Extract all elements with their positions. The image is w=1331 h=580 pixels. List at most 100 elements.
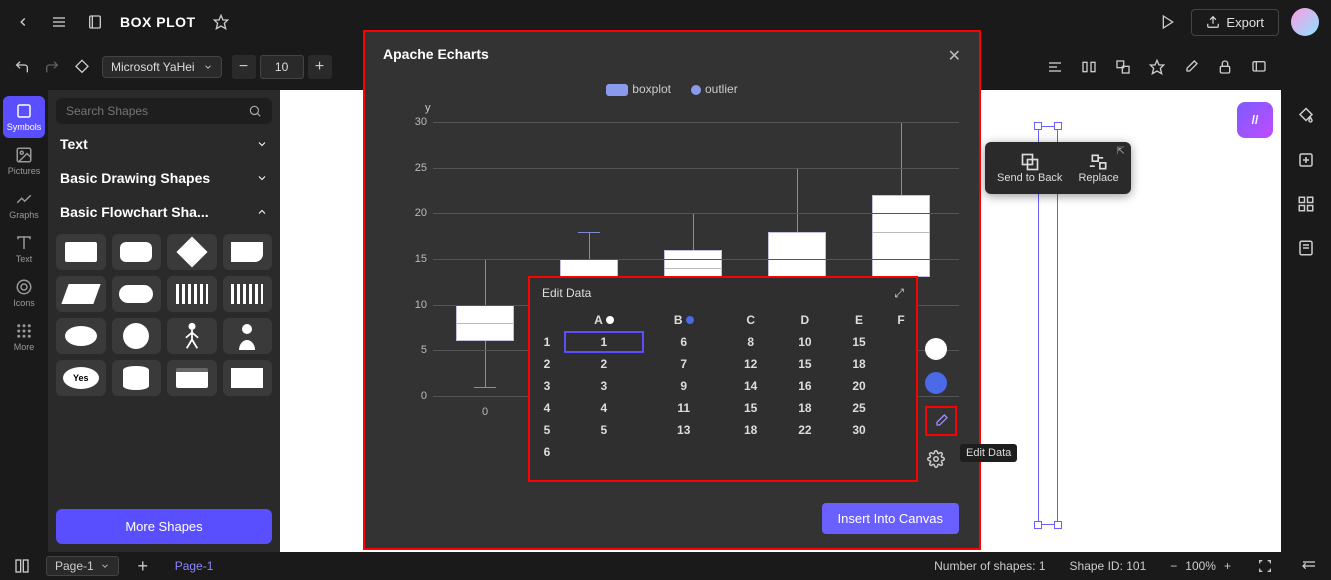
data-cell[interactable]: 18 — [832, 353, 886, 375]
row-header[interactable]: 1 — [530, 331, 564, 353]
shape-parallelogram[interactable] — [56, 276, 106, 312]
data-cell[interactable] — [886, 397, 916, 419]
undo-button[interactable] — [12, 57, 32, 77]
shape-diamond[interactable] — [167, 234, 217, 270]
avatar[interactable] — [1291, 8, 1319, 36]
row-header[interactable]: 2 — [530, 353, 564, 375]
shape-cylinder[interactable] — [112, 360, 162, 396]
data-cell[interactable]: 22 — [778, 419, 832, 441]
row-header[interactable]: 6 — [530, 441, 564, 463]
data-cell[interactable]: 15 — [778, 353, 832, 375]
display-button[interactable] — [1249, 57, 1269, 77]
data-cell[interactable]: 13 — [644, 419, 724, 441]
layout-button[interactable] — [12, 556, 32, 576]
rail-icons[interactable]: Icons — [3, 272, 45, 314]
favorite-star-button[interactable] — [210, 11, 232, 33]
col-header[interactable]: E — [832, 309, 886, 331]
edit-data-button[interactable] — [925, 406, 957, 436]
data-cell[interactable]: 7 — [644, 353, 724, 375]
data-cell[interactable]: 25 — [832, 397, 886, 419]
data-cell[interactable]: 9 — [644, 375, 724, 397]
shape-stripes-a[interactable] — [167, 276, 217, 312]
data-cell[interactable]: 2 — [564, 353, 644, 375]
more-shapes-button[interactable]: More Shapes — [56, 509, 272, 544]
data-cell[interactable]: 11 — [644, 397, 724, 419]
font-size-decrease-button[interactable]: − — [232, 55, 256, 79]
shape-rect[interactable] — [56, 234, 106, 270]
data-cell[interactable] — [644, 441, 724, 463]
collapse-panel-button[interactable] — [1299, 556, 1319, 576]
menu-button[interactable] — [48, 11, 70, 33]
data-cell[interactable]: 4 — [564, 397, 644, 419]
data-cell[interactable]: 14 — [724, 375, 778, 397]
effects-button[interactable] — [1147, 57, 1167, 77]
category-text[interactable]: Text — [56, 130, 272, 158]
export-button[interactable]: Export — [1191, 9, 1279, 36]
edit-data-table[interactable]: ABCDEF1168101522712151833914162044111518… — [530, 309, 916, 463]
settings-button[interactable] — [925, 448, 947, 470]
data-cell[interactable] — [724, 441, 778, 463]
send-to-back-button[interactable]: Send to Back — [991, 148, 1068, 188]
col-header[interactable]: D — [778, 309, 832, 331]
page-tab[interactable]: Page-1 — [167, 557, 222, 575]
data-cell[interactable]: 20 — [832, 375, 886, 397]
data-cell[interactable] — [886, 441, 916, 463]
data-cell[interactable]: 15 — [832, 331, 886, 353]
distribute-button[interactable] — [1079, 57, 1099, 77]
rail-symbols[interactable]: Symbols — [3, 96, 45, 138]
data-cell[interactable]: 1 — [564, 331, 644, 353]
data-cell[interactable]: 18 — [778, 397, 832, 419]
add-page-button[interactable]: + — [133, 556, 153, 576]
redo-button[interactable] — [42, 57, 62, 77]
font-size-input[interactable] — [260, 55, 304, 79]
data-cell[interactable]: 30 — [832, 419, 886, 441]
font-family-select[interactable]: Microsoft YaHei — [102, 56, 222, 78]
data-cell[interactable]: 12 — [724, 353, 778, 375]
rail-text[interactable]: Text — [3, 228, 45, 270]
data-cell[interactable] — [886, 331, 916, 353]
lock-button[interactable] — [1215, 57, 1235, 77]
data-cell[interactable]: 3 — [564, 375, 644, 397]
data-cell[interactable]: 5 — [564, 419, 644, 441]
color-white-button[interactable] — [925, 338, 947, 360]
data-cell[interactable]: 18 — [724, 419, 778, 441]
col-header[interactable]: F — [886, 309, 916, 331]
data-cell[interactable] — [832, 441, 886, 463]
data-cell[interactable]: 6 — [644, 331, 724, 353]
col-header[interactable]: B — [644, 309, 724, 331]
data-cell[interactable] — [886, 419, 916, 441]
data-cell[interactable]: 16 — [778, 375, 832, 397]
shape-stripes-b[interactable] — [223, 276, 273, 312]
row-header[interactable]: 5 — [530, 419, 564, 441]
data-cell[interactable] — [778, 441, 832, 463]
shape-flag[interactable] — [223, 234, 273, 270]
shape-yes-ellipse[interactable]: Yes — [56, 360, 106, 396]
zoom-out-button[interactable]: − — [1170, 559, 1177, 573]
category-basic-flowchart[interactable]: Basic Flowchart Sha... — [56, 198, 272, 226]
shape-person-solid[interactable] — [223, 318, 273, 354]
row-header[interactable]: 4 — [530, 397, 564, 419]
edit-button[interactable] — [1181, 57, 1201, 77]
category-basic-drawing[interactable]: Basic Drawing Shapes — [56, 164, 272, 192]
grid-view-button[interactable] — [1296, 194, 1316, 214]
col-header[interactable]: A — [564, 309, 644, 331]
ai-assistant-button[interactable]: // — [1237, 102, 1273, 138]
format-painter-button[interactable] — [72, 57, 92, 77]
shape-card[interactable] — [167, 360, 217, 396]
play-button[interactable] — [1157, 11, 1179, 33]
rail-pictures[interactable]: Pictures — [3, 140, 45, 182]
shape-rounded-rect[interactable] — [112, 234, 162, 270]
data-cell[interactable] — [564, 441, 644, 463]
rail-more[interactable]: More — [3, 316, 45, 358]
data-cell[interactable]: 10 — [778, 331, 832, 353]
page-select[interactable]: Page-1 — [46, 556, 119, 576]
shape-pill[interactable] — [112, 276, 162, 312]
shape-circle[interactable] — [112, 318, 162, 354]
data-cell[interactable] — [886, 375, 916, 397]
shape-ellipse[interactable] — [56, 318, 106, 354]
search-input[interactable] — [66, 104, 248, 118]
back-button[interactable] — [12, 11, 34, 33]
data-cell[interactable]: 8 — [724, 331, 778, 353]
search-shapes-box[interactable] — [56, 98, 272, 124]
data-cell[interactable]: 15 — [724, 397, 778, 419]
